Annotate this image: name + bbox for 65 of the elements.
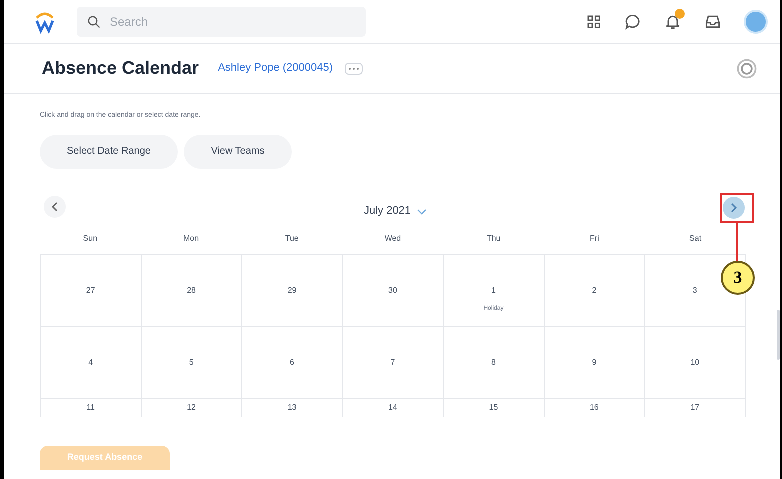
month-selector[interactable]: July 2021	[364, 203, 428, 220]
day-cell[interactable]: 4	[41, 326, 142, 398]
weekday-label: Thu	[486, 232, 502, 244]
day-cell[interactable]: 6	[242, 326, 344, 398]
day-number: 14	[388, 402, 398, 414]
day-cell[interactable]: 7	[343, 326, 444, 398]
day-number: 6	[290, 356, 294, 368]
day-number: 28	[187, 284, 196, 296]
day-cell[interactable]: 11	[41, 398, 142, 416]
day-cell[interactable]: 14	[343, 398, 444, 416]
day-cell[interactable]: 9	[544, 326, 646, 398]
previous-month-button[interactable]	[44, 196, 66, 218]
weekday-label: Sun	[82, 232, 99, 244]
day-number: 13	[288, 402, 297, 414]
next-month-button[interactable]	[723, 196, 745, 218]
chevron-left-icon	[51, 202, 59, 212]
weekday-label: Wed	[384, 232, 402, 244]
day-number: 7	[390, 356, 396, 368]
day-cell[interactable]: 13	[242, 398, 344, 416]
day-number: 15	[489, 402, 498, 414]
weekday-label: Fri	[589, 232, 600, 244]
caret-icon	[417, 208, 428, 214]
day-cell[interactable]: 17	[645, 398, 746, 416]
day-cell[interactable]: 2	[544, 254, 646, 326]
pill-button[interactable]: View Teams	[184, 134, 292, 168]
page-title: Absence Calendar	[42, 57, 200, 80]
day-cell[interactable]: 30	[343, 254, 444, 326]
info-icon[interactable]	[736, 58, 758, 80]
weekday-label: Sat	[688, 232, 703, 244]
day-cell[interactable]: 16	[544, 398, 646, 416]
worker-link[interactable]: Ashley Pope (2000045)	[218, 60, 334, 77]
day-number: 1	[491, 284, 496, 296]
day-number: 27	[86, 284, 96, 296]
day-number: 3	[692, 284, 698, 296]
day-number: 11	[86, 402, 95, 414]
weekday-label: Mon	[182, 232, 200, 244]
day-cell[interactable]: 15	[444, 398, 545, 416]
scrollbar-thumb[interactable]	[777, 310, 780, 360]
day-number: 30	[388, 284, 398, 296]
day-cell[interactable]: 10	[645, 326, 746, 398]
search-field[interactable]: Search	[77, 6, 366, 36]
day-number: 5	[189, 356, 194, 368]
day-number: 16	[590, 402, 599, 414]
day-cell[interactable]: 28	[142, 254, 242, 326]
day-number: 8	[491, 356, 496, 368]
day-number: 9	[592, 356, 597, 368]
pill-button[interactable]: Select Date Range	[40, 134, 178, 168]
day-number: 12	[187, 402, 196, 414]
search-icon[interactable]	[87, 14, 102, 30]
chevron-right-icon	[730, 202, 738, 212]
weekday-label: Tue	[284, 232, 300, 244]
day-cell[interactable]: 12	[142, 398, 242, 416]
day-cell[interactable]: 5	[142, 326, 242, 398]
step-number: 3	[721, 261, 755, 295]
day-cell[interactable]: 27	[41, 254, 142, 326]
chat-bubble-icon[interactable]	[624, 12, 642, 30]
day-cell[interactable]: 8	[444, 326, 545, 398]
day-number: 4	[88, 356, 94, 368]
day-cell[interactable]: 29	[242, 254, 344, 326]
day-number: 29	[288, 284, 297, 296]
day-number: 17	[690, 402, 700, 414]
more-icon[interactable]	[345, 62, 364, 74]
day-number: 10	[690, 356, 700, 368]
apps-icon[interactable]	[586, 14, 602, 30]
day-number: 2	[592, 284, 597, 296]
